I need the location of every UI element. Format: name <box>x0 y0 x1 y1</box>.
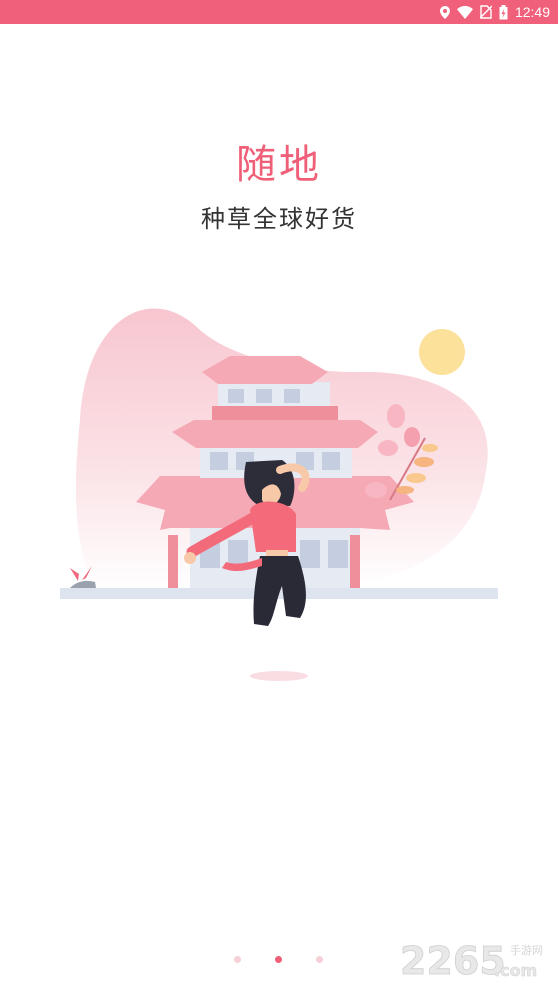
watermark-cn: 手游网 <box>510 943 543 957</box>
page-dot-1[interactable] <box>234 956 241 963</box>
jump-shadow <box>250 671 308 681</box>
watermark-suffix: .com <box>494 961 537 980</box>
watermark-number: 2265 <box>400 939 506 982</box>
battery-icon <box>499 4 508 19</box>
page-title: 随地 <box>236 142 322 188</box>
sun <box>419 329 465 375</box>
page-subtitle: 种草全球好货 <box>201 205 357 233</box>
watermark-logo: 2265 .com 手游网 <box>400 939 543 982</box>
wifi-icon <box>456 5 473 19</box>
onboarding-illustration <box>60 308 498 681</box>
clock: 12:49 <box>514 4 550 20</box>
no-sim-icon <box>479 5 492 19</box>
page-dot-3[interactable] <box>316 956 323 963</box>
status-bar: 12:49 <box>0 0 558 24</box>
status-icons: 12:49 <box>439 0 550 24</box>
page-dot-2-active[interactable] <box>275 956 282 963</box>
location-icon <box>439 5 450 19</box>
